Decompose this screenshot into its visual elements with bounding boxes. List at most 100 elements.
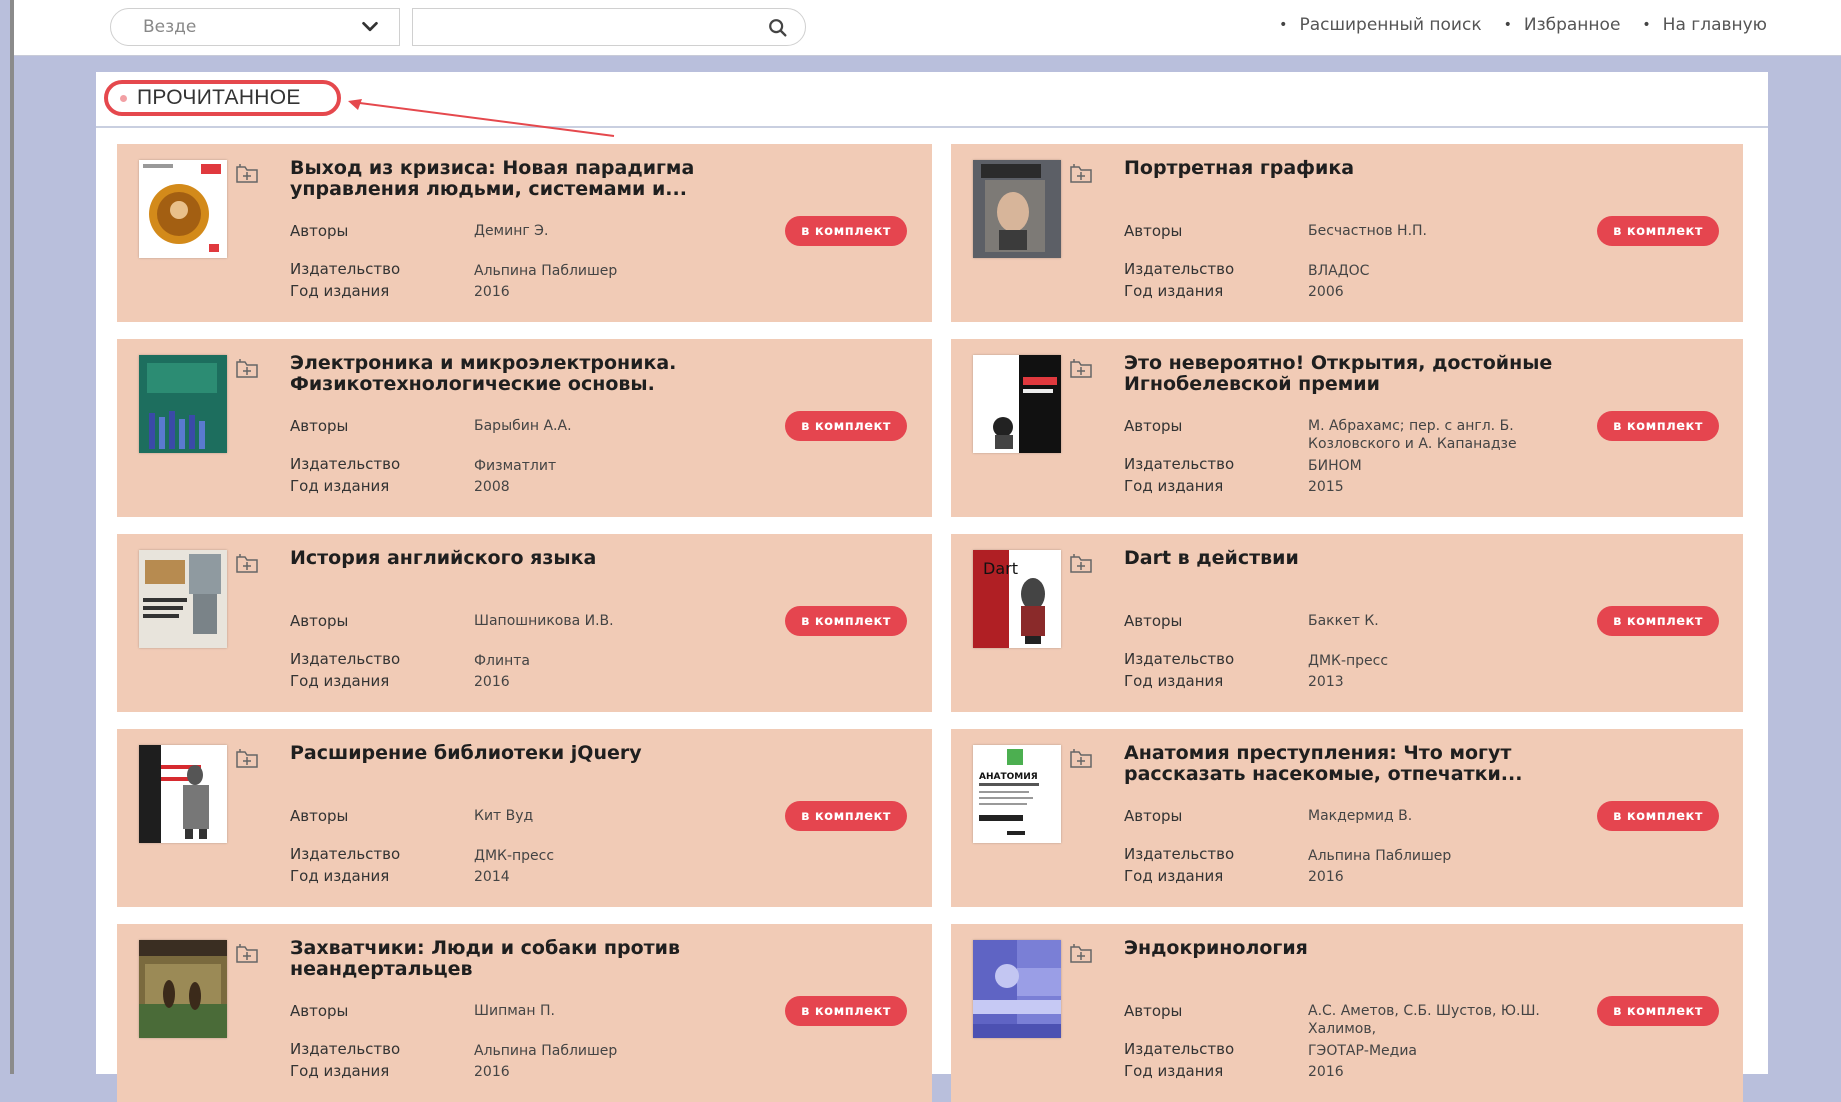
authors-label: Авторы [1124,417,1183,435]
publisher-label: Издательство [290,650,401,668]
add-to-kit-button[interactable]: в комплект [785,801,907,831]
search-input[interactable] [423,9,747,45]
book-cover[interactable] [139,550,227,648]
book-card: История английского языка Авторы Шапошни… [117,534,932,712]
authors-label: Авторы [290,807,349,825]
year-value: 2016 [1308,869,1344,885]
year-value: 2006 [1308,284,1344,300]
year-value: 2016 [474,674,510,690]
book-cover[interactable] [973,940,1061,1038]
year-label: Год издания [1124,672,1224,690]
authors-value: Барыбин А.А. [474,418,572,434]
authors-value: Кит Вуд [474,808,534,824]
publisher-label: Издательство [1124,845,1235,863]
publisher-value: Физматлит [474,458,557,474]
authors-label: Авторы [290,417,349,435]
book-cover[interactable] [139,355,227,453]
book-cover[interactable] [139,160,227,258]
publisher-label: Издательство [290,845,401,863]
book-cover[interactable]: Dart [973,550,1061,648]
left-border [10,0,14,1074]
book-cover[interactable] [139,745,227,843]
book-title[interactable]: Это невероятно! Открытия, достойные Игно… [1124,353,1594,395]
year-value: 2008 [474,479,510,495]
add-to-kit-button[interactable]: в комплект [785,216,907,246]
publisher-label: Издательство [1124,650,1235,668]
publisher-value: ДМК-пресс [1308,653,1389,669]
add-to-collection-icon[interactable] [1069,552,1093,574]
add-to-collection-icon[interactable] [235,162,259,184]
book-title[interactable]: Анатомия преступления: Что могут рассказ… [1124,743,1594,785]
publisher-value: Альпина Паблишер [474,1043,618,1059]
book-title[interactable]: Эндокринология [1124,938,1594,959]
add-to-collection-icon[interactable] [1069,357,1093,379]
book-title[interactable]: Dart в действии [1124,548,1594,569]
add-to-collection-icon[interactable] [1069,747,1093,769]
publisher-value: ДМК-пресс [474,848,555,864]
year-label: Год издания [290,477,390,495]
publisher-value: Флинта [474,653,530,669]
year-value: 2015 [1308,479,1344,495]
authors-value: Деминг Э. [474,223,549,239]
add-to-kit-button[interactable]: в комплект [785,606,907,636]
book-card: Это невероятно! Открытия, достойные Игно… [951,339,1743,517]
add-to-collection-icon[interactable] [235,747,259,769]
add-to-collection-icon[interactable] [235,942,259,964]
section-header: ПРОЧИТАННОЕ [96,72,1768,137]
home-link[interactable]: На главную [1642,15,1767,35]
book-title[interactable]: История английского языка [290,548,760,569]
add-to-collection-icon[interactable] [235,552,259,574]
publisher-label: Издательство [1124,1040,1235,1058]
chevron-down-icon [362,21,378,32]
search-box [412,8,806,46]
authors-label: Авторы [1124,612,1183,630]
book-title[interactable]: Захватчики: Люди и собаки против неандер… [290,938,760,980]
authors-label: Авторы [1124,1002,1183,1020]
add-to-kit-button[interactable]: в комплект [1597,216,1719,246]
book-cover[interactable] [973,355,1061,453]
section-title: ПРОЧИТАННОЕ [104,80,341,116]
add-to-kit-button[interactable]: в комплект [1597,606,1719,636]
year-label: Год издания [1124,867,1224,885]
svg-text:Dart: Dart [983,559,1018,578]
book-card: Dart Dart в действии Авторы Баккет К. Из… [951,534,1743,712]
add-to-kit-button[interactable]: в комплект [1597,801,1719,831]
book-cover[interactable] [973,160,1061,258]
authors-value: А.С. Аметов, С.Б. Шустов, Ю.Ш. Халимов, [1308,1003,1540,1037]
year-value: 2016 [474,284,510,300]
book-cover[interactable]: АНАТОМИЯ [973,745,1061,843]
add-to-collection-icon[interactable] [1069,942,1093,964]
publisher-label: Издательство [1124,455,1235,473]
authors-label: Авторы [290,612,349,630]
book-cover[interactable] [139,940,227,1038]
authors-label: Авторы [1124,222,1183,240]
book-title[interactable]: Выход из кризиса: Новая парадигма управл… [290,158,760,200]
authors-label: Авторы [290,222,349,240]
svg-text:АНАТОМИЯ: АНАТОМИЯ [979,772,1038,782]
book-title[interactable]: Расширение библиотеки jQuery [290,743,760,764]
authors-label: Авторы [290,1002,349,1020]
add-to-collection-icon[interactable] [1069,162,1093,184]
authors-label: Авторы [1124,807,1183,825]
year-value: 2016 [1308,1064,1344,1080]
favorites-link[interactable]: Избранное [1504,15,1621,35]
add-to-kit-button[interactable]: в комплект [1597,996,1719,1026]
publisher-value: Альпина Паблишер [1308,848,1452,864]
year-label: Год издания [290,867,390,885]
book-title[interactable]: Электроника и микроэлектроника. Физикоте… [290,353,760,395]
book-title[interactable]: Портретная графика [1124,158,1594,179]
publisher-value: ГЭОТАР-Медиа [1308,1043,1418,1059]
add-to-collection-icon[interactable] [235,357,259,379]
search-scope-select[interactable]: Везде [110,8,400,46]
book-card: Выход из кризиса: Новая парадигма управл… [117,144,932,322]
authors-value: М. Абрахамс; пер. с англ. Б. Козловского… [1308,418,1517,452]
year-label: Год издания [290,1062,390,1080]
advanced-search-link[interactable]: Расширенный поиск [1279,15,1481,35]
search-icon[interactable] [767,17,789,39]
add-to-kit-button[interactable]: в комплект [1597,411,1719,441]
add-to-kit-button[interactable]: в комплект [785,411,907,441]
book-card: Портретная графика Авторы Бесчастнов Н.П… [951,144,1743,322]
publisher-label: Издательство [290,260,401,278]
add-to-kit-button[interactable]: в комплект [785,996,907,1026]
authors-value: Баккет К. [1308,613,1379,629]
